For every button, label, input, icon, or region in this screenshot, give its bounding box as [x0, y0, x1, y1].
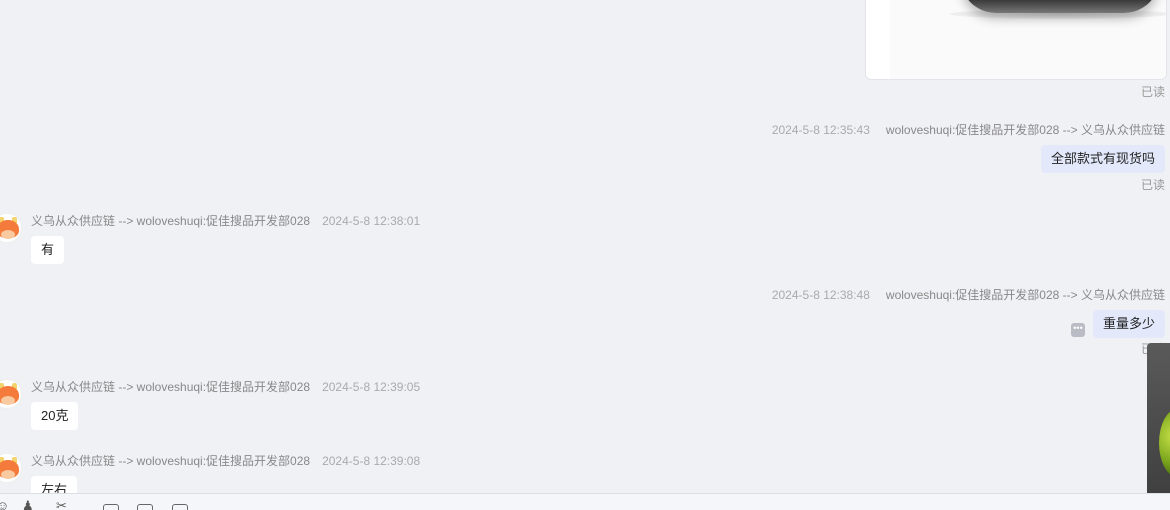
message-time: 2024-5-8 12:39:08 — [322, 454, 421, 468]
avatar[interactable] — [0, 213, 22, 243]
avatar-muzzle — [1, 470, 15, 479]
incoming-message-bubble[interactable]: 左右 — [31, 476, 78, 493]
outgoing-message-bubble[interactable]: 重量多少 — [1092, 310, 1165, 338]
read-status: 已读 — [1140, 85, 1165, 99]
user-icon[interactable]: ♟ — [22, 499, 34, 510]
emoji-icon[interactable]: ☺ — [0, 499, 9, 510]
message-time: 2024-5-8 12:35:43 — [771, 123, 870, 137]
incoming-message-bubble[interactable]: 20克 — [31, 402, 79, 430]
message-sender-receiver: 义乌从众供应链 --> woloveshuqi:促佳搜品开发部028 — [31, 380, 311, 394]
read-status: 已读 — [1140, 178, 1165, 192]
floating-image-preview[interactable] — [1147, 343, 1170, 510]
product-image[interactable] — [890, 0, 1166, 79]
message-sender-receiver: woloveshuqi:促佳搜品开发部028 --> 义乌从众供应链 — [885, 123, 1165, 137]
scissors-icon[interactable]: ✂ — [56, 499, 67, 510]
more-icon[interactable]: ••• — [1071, 323, 1085, 337]
image-icon[interactable] — [103, 504, 119, 510]
avatar-muzzle — [1, 396, 15, 405]
message-time: 2024-5-8 12:38:01 — [322, 214, 421, 228]
message-meta: 2024-5-8 12:38:48 woloveshuqi:促佳搜品开发部028 … — [772, 286, 1165, 303]
message-meta: 2024-5-8 12:35:43 woloveshuqi:促佳搜品开发部028 … — [772, 121, 1165, 138]
avatar[interactable] — [0, 379, 22, 409]
product-image-message[interactable] — [865, 0, 1167, 80]
message-sender-receiver: woloveshuqi:促佳搜品开发部028 --> 义乌从众供应链 — [885, 288, 1165, 302]
message-sender-receiver: 义乌从众供应链 --> woloveshuqi:促佳搜品开发部028 — [31, 214, 311, 228]
message-time: 2024-5-8 12:39:05 — [322, 380, 421, 394]
avatar[interactable] — [0, 453, 22, 483]
preview-product — [1159, 408, 1170, 478]
chat-icon[interactable] — [172, 504, 188, 510]
message-sender-receiver: 义乌从众供应链 --> woloveshuqi:促佳搜品开发部028 — [31, 454, 311, 468]
outgoing-message-bubble[interactable]: 全部款式有现货吗 — [1040, 145, 1165, 173]
folder-icon[interactable] — [137, 504, 153, 510]
image-product — [960, 0, 1160, 13]
message-meta: 义乌从众供应链 --> woloveshuqi:促佳搜品开发部028 2024-5… — [31, 452, 420, 469]
message-time: 2024-5-8 12:38:48 — [771, 288, 870, 302]
message-meta: 义乌从众供应链 --> woloveshuqi:促佳搜品开发部028 2024-5… — [31, 212, 420, 229]
chat-history[interactable]: 已读 2024-5-8 12:35:43 woloveshuqi:促佳搜品开发部0… — [0, 0, 1170, 493]
incoming-message-bubble[interactable]: 有 — [31, 236, 65, 264]
message-meta: 义乌从众供应链 --> woloveshuqi:促佳搜品开发部028 2024-5… — [31, 378, 420, 395]
avatar-muzzle — [1, 230, 15, 239]
input-toolbar: ☺ ♟ ✂ — [0, 493, 1170, 510]
